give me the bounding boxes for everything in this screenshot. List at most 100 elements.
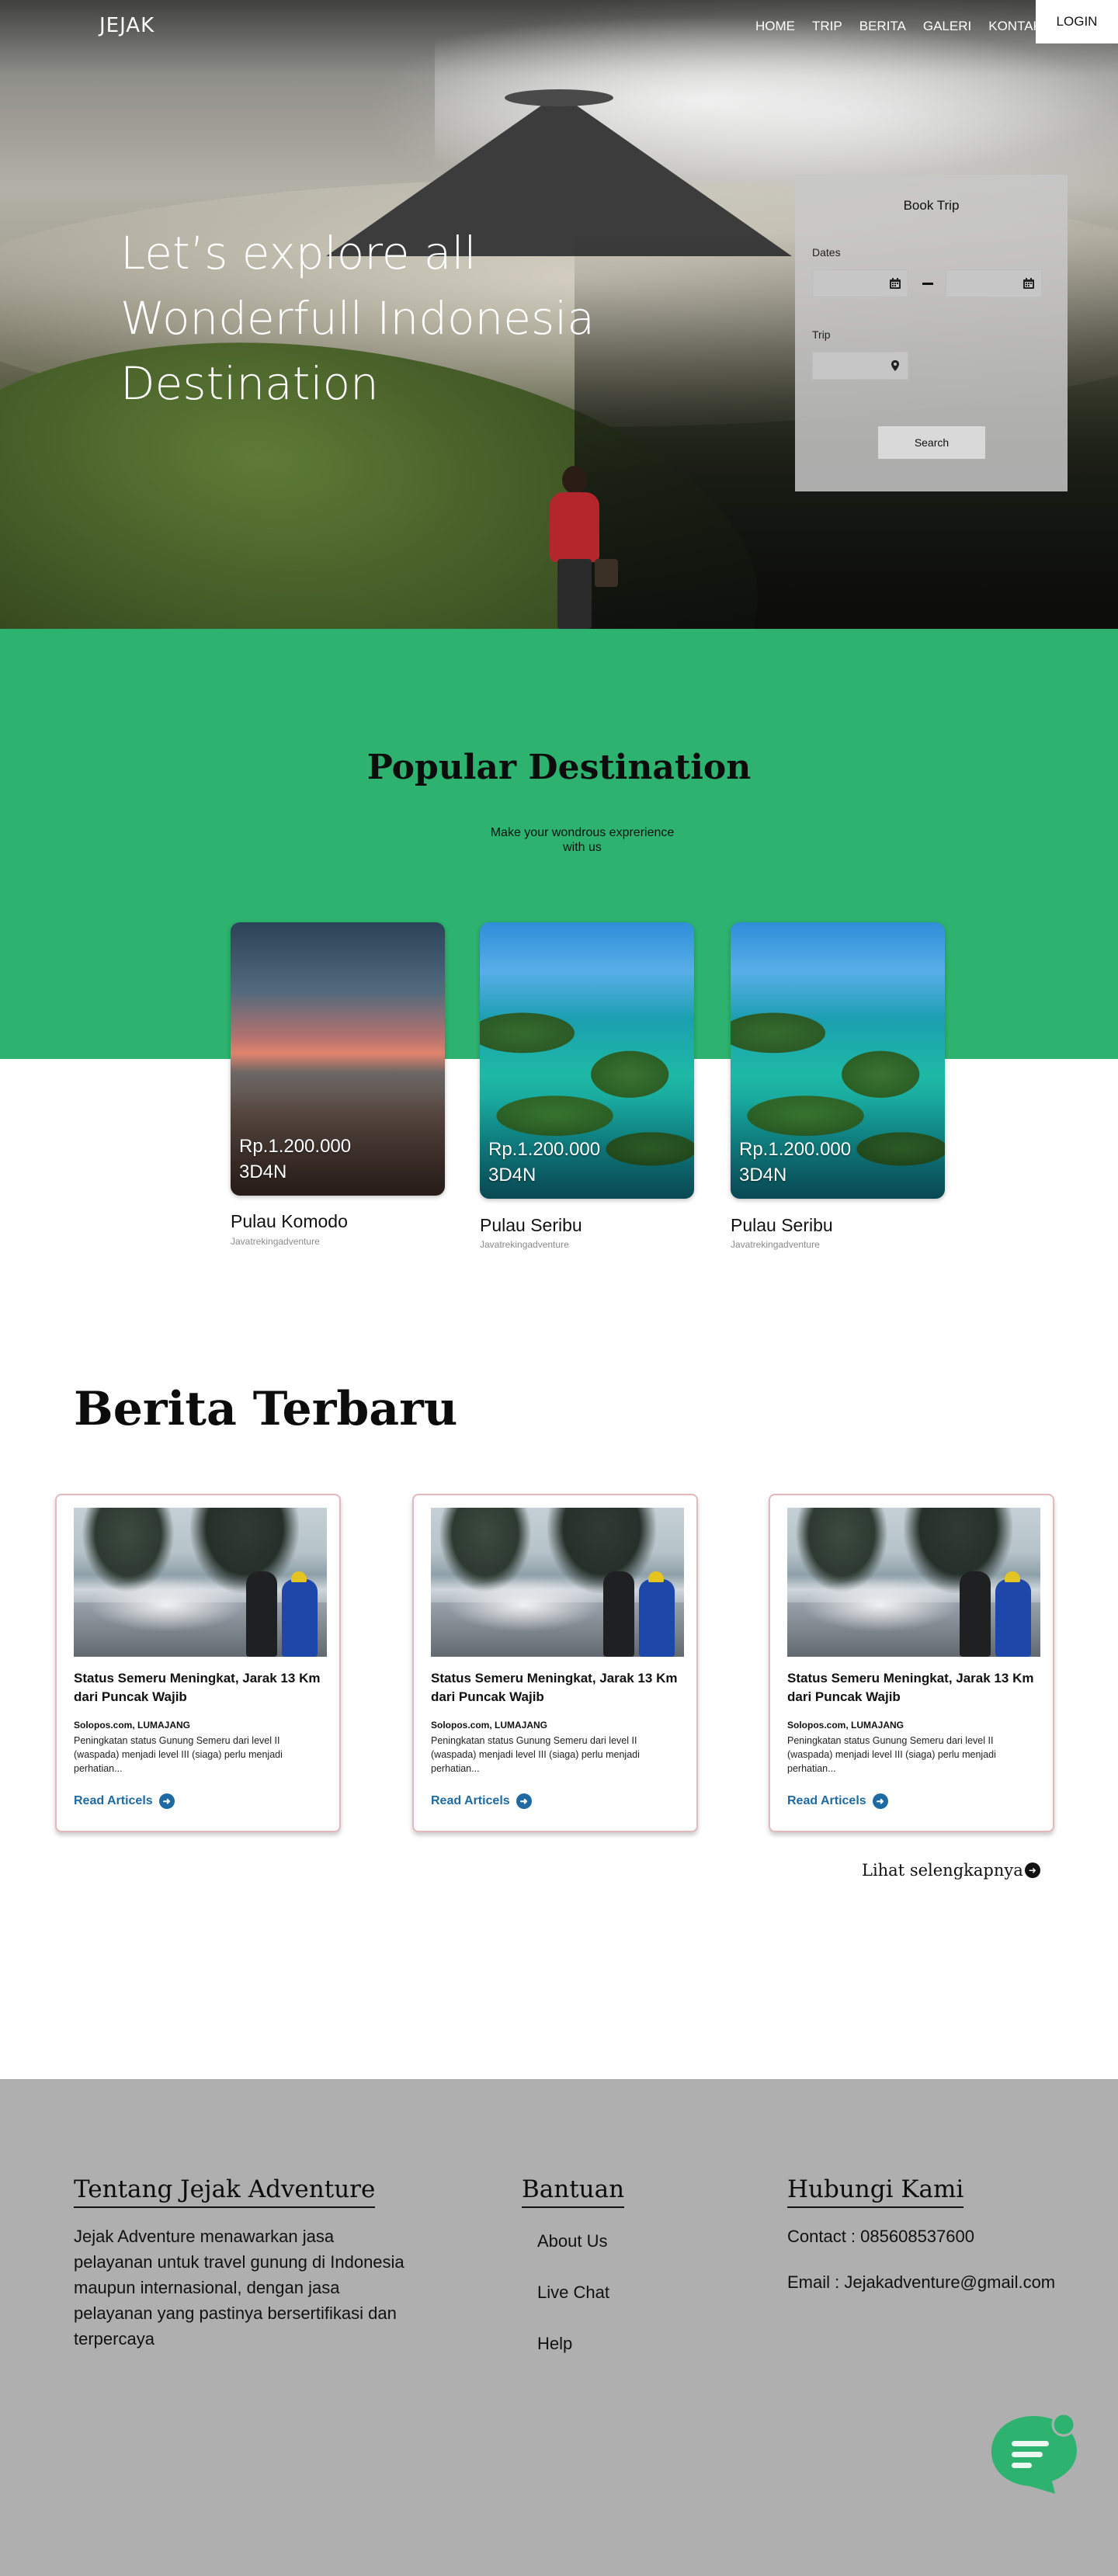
nav-links: HOME TRIP BERITA GALERI KONTAK: [755, 19, 1059, 34]
arrow-right-icon: ➜: [158, 1793, 175, 1809]
nav-galeri[interactable]: GALERI: [923, 19, 971, 34]
card-duration: 3D4N: [239, 1161, 287, 1182]
destination-source: Javatrekingadventure: [731, 1239, 820, 1250]
image-person: [995, 1579, 1031, 1657]
image-person: [960, 1571, 991, 1657]
news-headline: Status Semeru Meningkat, Jarak 13 Km dar…: [431, 1671, 678, 1704]
date-start-field[interactable]: [812, 269, 908, 297]
footer-phone: Contact : 085608537600: [787, 2227, 974, 2246]
read-articles-label: Read Articels: [787, 1794, 866, 1807]
date-end-field[interactable]: [946, 269, 1042, 297]
destination-card[interactable]: Rp.1.200.000 3D4N: [231, 922, 445, 1196]
date-range-dash: [922, 283, 933, 285]
brand-logo[interactable]: JEJAK: [99, 14, 155, 37]
news-excerpt: Peningkatan status Gunung Semeru dari le…: [74, 1735, 283, 1774]
news-card[interactable]: Status Semeru Meningkat, Jarak 13 Km dar…: [55, 1494, 341, 1832]
destination-source: Javatrekingadventure: [480, 1239, 569, 1250]
read-articles-link[interactable]: Read Articels ➜: [74, 1793, 175, 1809]
popular-title: Popular Destination: [366, 748, 752, 787]
login-button[interactable]: LOGIN: [1036, 0, 1118, 43]
arrow-right-icon: ➜: [516, 1793, 532, 1809]
footer-contact-title: Hubungi Kami: [787, 2175, 964, 2208]
footer-help-link[interactable]: Help: [537, 2334, 572, 2354]
nav-berita[interactable]: BERITA: [859, 19, 906, 34]
trip-label: Trip: [812, 328, 831, 341]
image-steam: [89, 1578, 245, 1632]
hero-title: Let’s explore all Wonderfull Indonesia D…: [120, 227, 595, 410]
card-price-block: Rp.1.200.000 3D4N: [488, 1137, 600, 1188]
card-price-block: Rp.1.200.000 3D4N: [739, 1137, 851, 1188]
image-steam: [803, 1578, 958, 1632]
news-headline: Status Semeru Meningkat, Jarak 13 Km dar…: [787, 1671, 1034, 1704]
news-image: [431, 1508, 684, 1657]
destination-name[interactable]: Pulau Seribu: [731, 1215, 833, 1236]
read-articles-label: Read Articels: [74, 1794, 153, 1807]
image-helmet: [1005, 1571, 1020, 1582]
card-duration: 3D4N: [488, 1165, 536, 1186]
chat-bubble-icon[interactable]: [990, 2413, 1082, 2495]
image-helmet: [291, 1571, 307, 1582]
news-excerpt: Peningkatan status Gunung Semeru dari le…: [431, 1735, 640, 1774]
nav-home[interactable]: HOME: [755, 19, 795, 34]
see-more-label: Lihat selengkapnya: [862, 1861, 1023, 1880]
news-image: [74, 1508, 327, 1657]
news-excerpt: Peningkatan status Gunung Semeru dari le…: [787, 1735, 996, 1774]
nav-kontak[interactable]: KONTAK: [988, 19, 1042, 34]
image-person: [603, 1571, 634, 1657]
hero-volcano-crater: [505, 89, 613, 106]
arrow-right-icon: ➜: [872, 1793, 888, 1809]
footer-email[interactable]: Email : Jejakadventure@gmail.com: [787, 2272, 1055, 2293]
read-articles-link[interactable]: Read Articels ➜: [431, 1793, 532, 1809]
see-more-link[interactable]: Lihat selengkapnya ➜: [862, 1861, 1040, 1880]
search-button[interactable]: Search: [878, 426, 985, 459]
location-pin-icon: [891, 360, 899, 371]
read-articles-label: Read Articels: [431, 1794, 510, 1807]
card-price: Rp.1.200.000: [239, 1136, 352, 1157]
image-steam: [446, 1578, 602, 1632]
card-duration: 3D4N: [739, 1165, 787, 1186]
footer-help-title: Bantuan: [522, 2175, 625, 2208]
arrow-right-icon: ➜: [1024, 1863, 1040, 1878]
destination-source: Javatrekingadventure: [231, 1236, 320, 1247]
image-person: [639, 1579, 675, 1657]
read-articles-link[interactable]: Read Articels ➜: [787, 1793, 888, 1809]
footer: Tentang Jejak Adventure Jejak Adventure …: [0, 2079, 1118, 2576]
news-source: Solopos.com, LUMAJANG: [431, 1720, 548, 1731]
calendar-icon: [890, 278, 901, 289]
hero-section: JEJAK HOME TRIP BERITA GALERI KONTAK LOG…: [0, 0, 1118, 629]
popular-subtitle: Make your wondrous exprerience with us: [490, 826, 675, 854]
hiker-body: [550, 492, 599, 562]
news-source: Solopos.com, LUMAJANG: [787, 1720, 904, 1731]
booking-panel: Book Trip Dates Trip Search: [795, 175, 1068, 491]
footer-about-title: Tentang Jejak Adventure: [74, 2175, 376, 2208]
news-card[interactable]: Status Semeru Meningkat, Jarak 13 Km dar…: [769, 1494, 1054, 1832]
hero-hiker: [543, 466, 618, 629]
destination-card[interactable]: Rp.1.200.000 3D4N: [480, 922, 694, 1199]
nav-trip[interactable]: TRIP: [812, 19, 842, 34]
news-title: Berita Terbaru: [74, 1382, 458, 1436]
image-helmet: [648, 1571, 664, 1582]
top-nav: JEJAK HOME TRIP BERITA GALERI KONTAK LOG…: [0, 0, 1118, 50]
dates-label: Dates: [812, 246, 841, 259]
hiker-head: [562, 466, 587, 494]
booking-title: Book Trip: [903, 198, 960, 213]
news-headline: Status Semeru Meningkat, Jarak 13 Km dar…: [74, 1671, 321, 1704]
destination-name[interactable]: Pulau Komodo: [231, 1211, 348, 1232]
image-person: [282, 1579, 318, 1657]
hiker-legs: [557, 559, 592, 629]
trip-field[interactable]: [812, 352, 908, 380]
destination-name[interactable]: Pulau Seribu: [480, 1215, 582, 1236]
news-card[interactable]: Status Semeru Meningkat, Jarak 13 Km dar…: [412, 1494, 698, 1832]
calendar-icon: [1023, 278, 1034, 289]
footer-live-chat-link[interactable]: Live Chat: [537, 2283, 609, 2303]
hiker-bag: [595, 559, 618, 587]
image-person: [246, 1571, 277, 1657]
news-image: [787, 1508, 1040, 1657]
card-price: Rp.1.200.000: [488, 1139, 601, 1160]
card-price: Rp.1.200.000: [739, 1139, 852, 1160]
footer-about-us-link[interactable]: About Us: [537, 2231, 608, 2251]
destination-card[interactable]: Rp.1.200.000 3D4N: [731, 922, 945, 1199]
news-source: Solopos.com, LUMAJANG: [74, 1720, 191, 1731]
card-price-block: Rp.1.200.000 3D4N: [239, 1134, 351, 1185]
footer-about-text: Jejak Adventure menawarkan jasa pelayana…: [74, 2227, 404, 2349]
